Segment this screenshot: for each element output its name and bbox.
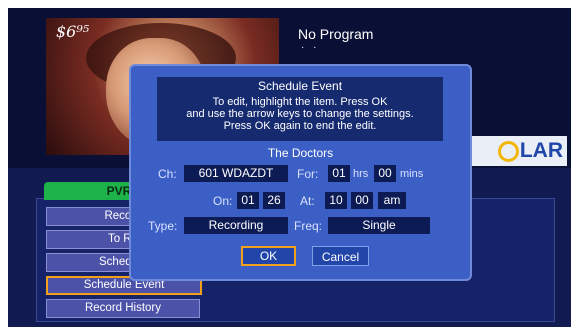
- dialog-header: Schedule Event To edit, highlight the it…: [157, 77, 443, 141]
- program-title: No Program: [298, 26, 374, 42]
- tv-screen: $6⁹⁵ No Program · · LAR PVR Record To Re…: [8, 8, 571, 327]
- program-name: The Doctors: [267, 146, 334, 160]
- duration-minutes-field[interactable]: 00: [374, 165, 396, 182]
- duration-label: For:: [297, 167, 319, 181]
- hours-unit: hrs: [353, 168, 369, 180]
- brand-logo: LAR: [466, 136, 567, 166]
- instruction-line: and use the arrow keys to change the set…: [186, 108, 414, 120]
- date-label: On:: [213, 194, 233, 208]
- dialog-title: Schedule Event: [257, 79, 343, 93]
- minutes-unit: mins: [400, 168, 424, 180]
- type-field[interactable]: Recording: [184, 217, 288, 234]
- brand-text: LAR: [519, 139, 563, 162]
- schedule-event-dialog: Schedule Event To edit, highlight the it…: [129, 64, 472, 281]
- date-month-field[interactable]: 01: [237, 192, 259, 209]
- ok-button[interactable]: OK: [241, 246, 296, 266]
- date-day-field[interactable]: 26: [263, 192, 285, 209]
- frequency-field[interactable]: Single: [328, 217, 430, 234]
- frequency-label: Freq:: [294, 219, 323, 233]
- time-label: At:: [300, 194, 315, 208]
- program-subtitle: · ·: [301, 42, 320, 53]
- brand-ring-icon: [497, 140, 519, 162]
- channel-field[interactable]: 601 WDAZDT: [184, 165, 288, 182]
- time-minute-field[interactable]: 00: [351, 192, 373, 209]
- type-label: Type:: [148, 219, 178, 233]
- instruction-line: To edit, highlight the item. Press OK: [212, 96, 388, 108]
- time-ampm-field[interactable]: am: [378, 192, 406, 209]
- instruction-line: Press OK again to end the edit.: [223, 120, 377, 132]
- channel-label: Ch:: [158, 167, 177, 181]
- time-hour-field[interactable]: 10: [325, 192, 347, 209]
- duration-hours-field[interactable]: 01: [328, 165, 350, 182]
- menu-item-record-history[interactable]: Record History: [46, 299, 200, 318]
- cancel-button[interactable]: Cancel: [312, 246, 369, 266]
- channel-logo: $6⁹⁵: [56, 22, 90, 41]
